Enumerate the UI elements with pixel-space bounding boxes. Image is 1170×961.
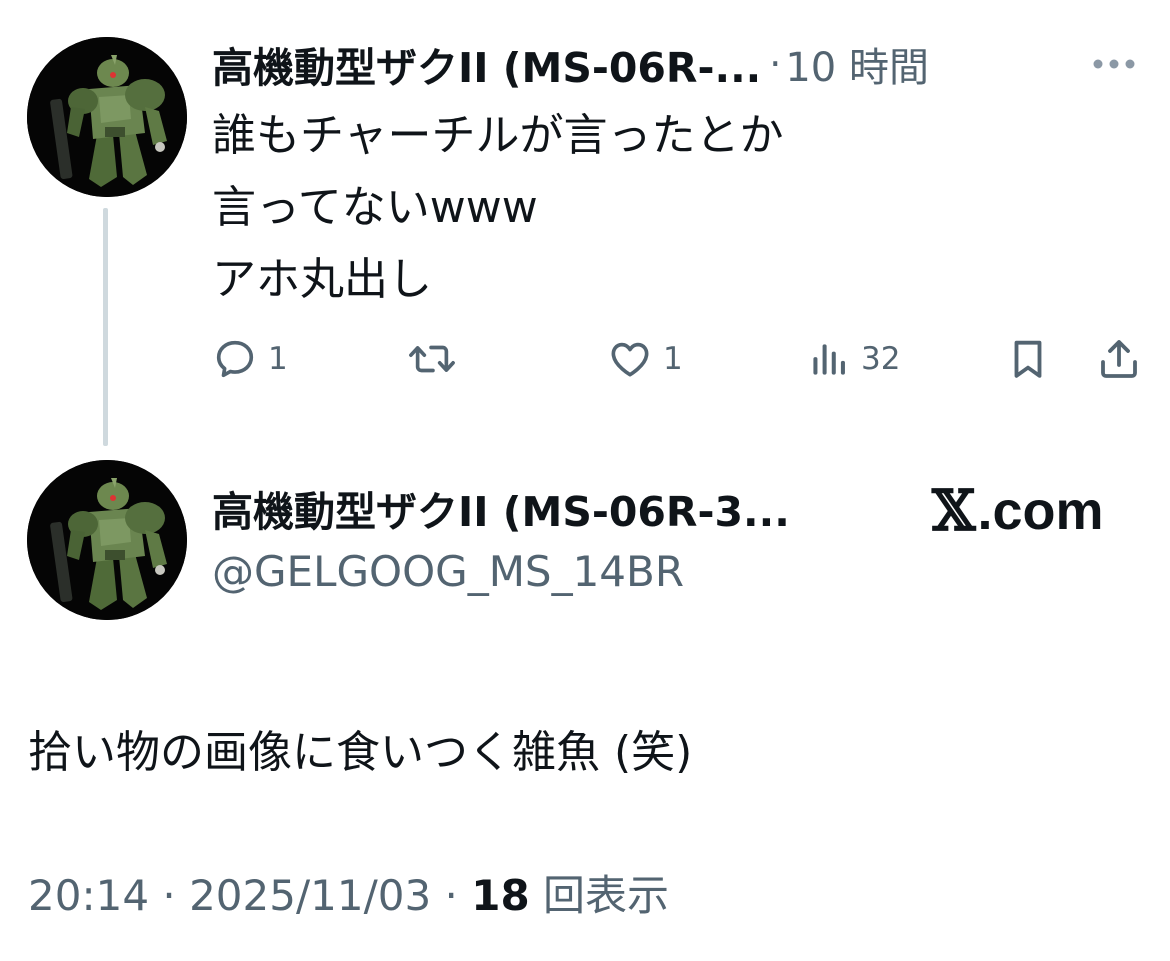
mecha-avatar-image [27, 37, 187, 197]
analytics-icon [813, 344, 845, 375]
mecha-avatar-image [27, 460, 187, 620]
tweet-text-line: アホ丸出し [212, 254, 432, 305]
view-count-label: 回表示 [529, 871, 670, 920]
view-count: 18 [471, 871, 530, 920]
separator-dot: · [769, 42, 782, 86]
display-name[interactable]: 高機動型ザクII (MS-06R-... [212, 34, 761, 94]
tweet-timestamp[interactable]: 20:14 · 2025/11/03 · [28, 871, 471, 920]
reply-count: 1 [268, 341, 288, 377]
reply-button[interactable]: 1 [212, 328, 288, 390]
x-logo-icon: 𝕏 [932, 478, 976, 544]
share-icon [1101, 340, 1137, 378]
display-name[interactable]: 高機動型ザクII (MS-06R-3... [212, 478, 790, 538]
more-options-button[interactable] [1086, 42, 1142, 86]
tweet-text: 誰もチャーチルが言ったとか 言ってないwww アホ丸出し [212, 100, 1112, 316]
like-button[interactable]: 1 [607, 328, 683, 390]
source-logo: 𝕏 .com [932, 478, 1104, 544]
views-count: 32 [861, 341, 901, 377]
tweet-header: 高機動型ザクII (MS-06R-... · 10 時間 [212, 34, 1142, 94]
source-domain: .com [977, 481, 1104, 541]
retweet-icon [409, 345, 455, 373]
bookmark-button[interactable] [1005, 328, 1051, 390]
share-button[interactable] [1095, 328, 1143, 390]
tweet-screenshot: 高機動型ザクII (MS-06R-... · 10 時間 誰もチャーチルが言った… [0, 0, 1170, 961]
thread-line [103, 208, 108, 446]
tweet-text-line: 言ってないwww [212, 182, 538, 233]
comment-icon [216, 340, 254, 378]
avatar[interactable] [27, 460, 187, 620]
more-horizontal-icon [1093, 59, 1135, 69]
heart-icon [611, 342, 649, 377]
tweet-time[interactable]: 10 時間 [785, 35, 929, 93]
tweet-meta: 20:14 · 2025/11/03 · 18 回表示 [28, 862, 669, 923]
tweet-text: 拾い物の画像に食いつく雑魚 (笑) [28, 727, 693, 778]
tweet-text-line: 誰もチャーチルが言ったとか [212, 110, 784, 161]
bookmark-icon [1014, 340, 1042, 378]
like-count: 1 [663, 341, 683, 377]
avatar[interactable] [27, 37, 187, 197]
tweet-action-bar: 1 1 32 [212, 328, 1147, 390]
user-handle[interactable]: @GELGOOG_MS_14BR [212, 547, 684, 596]
retweet-button[interactable] [407, 328, 467, 390]
views-button[interactable]: 32 [807, 328, 900, 390]
